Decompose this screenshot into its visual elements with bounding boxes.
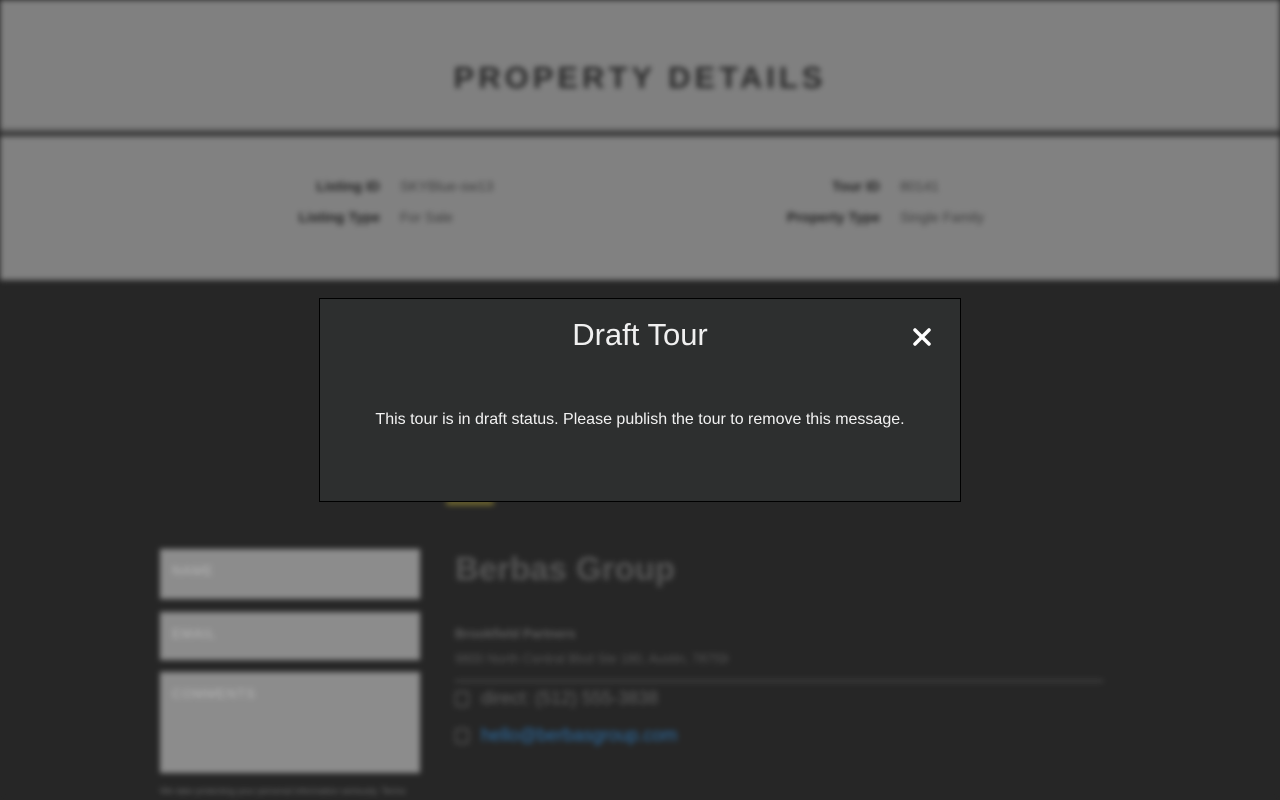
detail-value: Single Family <box>900 209 985 225</box>
privacy-note-text: We take protecting your personal informa… <box>160 786 406 796</box>
agent-email-link[interactable]: hello@berbasgroup.com <box>481 725 677 745</box>
name-input[interactable]: NAME <box>160 549 420 599</box>
detail-label: Listing ID <box>316 178 380 194</box>
email-icon <box>455 728 469 745</box>
close-button[interactable] <box>908 323 936 351</box>
draft-tour-modal: Draft Tour This tour is in draft status.… <box>319 298 961 502</box>
page: PROPERTY DETAILS Listing ID SKYBlue-sw13… <box>0 0 1280 800</box>
detail-value: For Sale <box>400 209 453 225</box>
detail-label: Tour ID <box>832 178 880 194</box>
header-band: PROPERTY DETAILS <box>0 0 1280 132</box>
comments-textarea[interactable]: COMMENTS <box>160 672 420 773</box>
agent-email[interactable]: hello@berbasgroup.com <box>455 725 677 746</box>
close-icon <box>913 328 931 346</box>
detail-value: SKYBlue-sw13 <box>400 178 494 194</box>
details-band: Listing ID SKYBlue-sw13 Listing Type For… <box>0 136 1280 280</box>
agent-company: Berbas Group <box>455 550 676 587</box>
divider <box>455 680 1103 682</box>
detail-label: Property Type <box>786 209 880 225</box>
detail-label: Listing Type <box>298 209 380 225</box>
modal-title: Draft Tour <box>572 317 708 352</box>
modal-message: This tour is in draft status. Please pub… <box>375 411 905 428</box>
page-title: PROPERTY DETAILS <box>453 60 827 95</box>
privacy-note: We take protecting your personal informa… <box>160 786 406 796</box>
agent-phone-text: direct: (512) 555-3838 <box>481 688 659 708</box>
detail-value: 80141 <box>900 178 939 194</box>
agent-address: 9800 North Central Blvd Ste 180, Austin,… <box>455 651 729 666</box>
email-input[interactable]: EMAIL <box>160 612 420 660</box>
agent-phone[interactable]: direct: (512) 555-3838 <box>455 688 658 709</box>
phone-icon <box>455 691 469 708</box>
agent-brokerage: Brookfield Partners <box>455 626 576 641</box>
